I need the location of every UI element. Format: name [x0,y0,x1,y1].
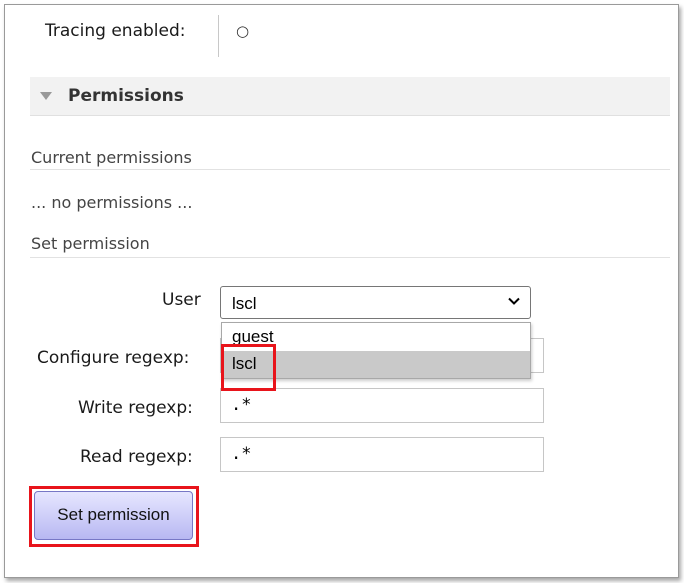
read-regexp-input[interactable]: .* [220,437,544,472]
tracing-status-icon: ○ [236,22,250,40]
read-regexp-value: .* [231,444,252,464]
user-select-value: lscl [232,294,257,313]
collapse-triangle-icon [40,92,52,100]
user-select[interactable]: lscl [220,286,531,319]
permissions-title: Permissions [68,86,184,106]
write-regexp-value: .* [231,395,252,415]
set-permission-heading: Set permission [31,234,150,253]
user-label: User [162,290,201,310]
permissions-section-header[interactable]: Permissions [30,77,670,116]
divider [30,257,670,258]
read-regexp-label: Read regexp: [80,447,193,467]
divider [218,15,219,57]
tracing-enabled-label: Tracing enabled: [45,21,186,41]
highlight-box [29,486,199,547]
divider [30,169,670,170]
no-permissions-text: ... no permissions ... [31,193,193,212]
write-regexp-input[interactable]: .* [220,388,544,423]
write-regexp-label: Write regexp: [78,398,193,418]
configure-regexp-label: Configure regexp: [37,348,190,368]
highlight-box [221,344,276,391]
current-permissions-heading: Current permissions [31,148,192,167]
chevron-down-icon [508,297,520,305]
